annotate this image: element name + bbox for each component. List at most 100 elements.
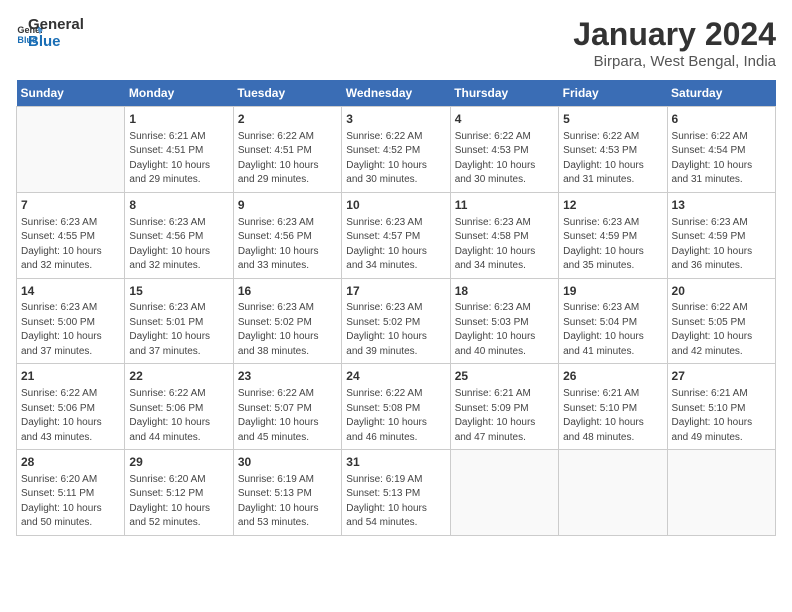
- day-number: 29: [129, 454, 228, 471]
- header-monday: Monday: [125, 80, 233, 107]
- header-sunday: Sunday: [17, 80, 125, 107]
- calendar-cell: 29 Sunrise: 6:20 AM Sunset: 5:12 PM Dayli…: [125, 450, 233, 536]
- location-subtitle: Birpara, West Bengal, India: [573, 53, 776, 70]
- calendar-cell: 15Sunrise: 6:23 AM Sunset: 5:01 PM Dayli…: [125, 278, 233, 364]
- calendar-cell: 19Sunrise: 6:23 AM Sunset: 5:04 PM Dayli…: [559, 278, 667, 364]
- calendar-cell: 3 Sunrise: 6:22 AM Sunset: 4:52 PM Daylig…: [342, 107, 450, 193]
- day-info: Sunrise: 6:22 AM Sunset: 4:53 PM Dayligh…: [455, 130, 554, 188]
- day-number: 16: [238, 283, 337, 300]
- calendar-table: SundayMondayTuesdayWednesdayThursdayFrid…: [16, 80, 776, 536]
- calendar-cell: 4 Sunrise: 6:22 AM Sunset: 4:53 PM Daylig…: [450, 107, 558, 193]
- day-number: 11: [455, 197, 554, 214]
- header-tuesday: Tuesday: [233, 80, 341, 107]
- week-row-2: 14Sunrise: 6:23 AM Sunset: 5:00 PM Dayli…: [17, 278, 776, 364]
- day-info: Sunrise: 6:23 AM Sunset: 4:56 PM Dayligh…: [238, 216, 337, 274]
- day-info: Sunrise: 6:22 AM Sunset: 5:06 PM Dayligh…: [129, 387, 228, 445]
- day-number: 5: [563, 111, 662, 128]
- day-info: Sunrise: 6:20 AM Sunset: 5:12 PM Dayligh…: [129, 473, 228, 531]
- calendar-cell: 10 Sunrise: 6:23 AM Sunset: 4:57 PM Dayli…: [342, 192, 450, 278]
- header-saturday: Saturday: [667, 80, 775, 107]
- calendar-cell: 28Sunrise: 6:20 AM Sunset: 5:11 PM Dayli…: [17, 450, 125, 536]
- day-number: 3: [346, 111, 445, 128]
- day-number: 26: [563, 368, 662, 385]
- day-info: Sunrise: 6:22 AM Sunset: 5:08 PM Dayligh…: [346, 387, 445, 445]
- calendar-cell: [17, 107, 125, 193]
- day-info: Sunrise: 6:21 AM Sunset: 4:51 PM Dayligh…: [129, 130, 228, 188]
- day-info: Sunrise: 6:22 AM Sunset: 4:52 PM Dayligh…: [346, 130, 445, 188]
- day-info: Sunrise: 6:23 AM Sunset: 5:04 PM Dayligh…: [563, 301, 662, 359]
- header-row: SundayMondayTuesdayWednesdayThursdayFrid…: [17, 80, 776, 107]
- calendar-cell: 17Sunrise: 6:23 AM Sunset: 5:02 PM Dayli…: [342, 278, 450, 364]
- header-wednesday: Wednesday: [342, 80, 450, 107]
- day-number: 22: [129, 368, 228, 385]
- day-info: Sunrise: 6:23 AM Sunset: 5:03 PM Dayligh…: [455, 301, 554, 359]
- calendar-cell: 18Sunrise: 6:23 AM Sunset: 5:03 PM Dayli…: [450, 278, 558, 364]
- day-number: 20: [672, 283, 771, 300]
- week-row-1: 7 Sunrise: 6:23 AM Sunset: 4:55 PM Daylig…: [17, 192, 776, 278]
- day-number: 17: [346, 283, 445, 300]
- day-number: 23: [238, 368, 337, 385]
- day-info: Sunrise: 6:22 AM Sunset: 4:54 PM Dayligh…: [672, 130, 771, 188]
- day-info: Sunrise: 6:22 AM Sunset: 4:51 PM Dayligh…: [238, 130, 337, 188]
- day-info: Sunrise: 6:23 AM Sunset: 4:59 PM Dayligh…: [672, 216, 771, 274]
- calendar-cell: 11 Sunrise: 6:23 AM Sunset: 4:58 PM Dayli…: [450, 192, 558, 278]
- day-info: Sunrise: 6:22 AM Sunset: 5:07 PM Dayligh…: [238, 387, 337, 445]
- day-number: 13: [672, 197, 771, 214]
- day-number: 18: [455, 283, 554, 300]
- day-number: 10: [346, 197, 445, 214]
- calendar-cell: 22 Sunrise: 6:22 AM Sunset: 5:06 PM Dayli…: [125, 364, 233, 450]
- calendar-cell: 8 Sunrise: 6:23 AM Sunset: 4:56 PM Daylig…: [125, 192, 233, 278]
- day-number: 2: [238, 111, 337, 128]
- day-number: 1: [129, 111, 228, 128]
- day-info: Sunrise: 6:22 AM Sunset: 5:05 PM Dayligh…: [672, 301, 771, 359]
- day-number: 21: [21, 368, 120, 385]
- day-info: Sunrise: 6:22 AM Sunset: 5:06 PM Dayligh…: [21, 387, 120, 445]
- calendar-cell: 7 Sunrise: 6:23 AM Sunset: 4:55 PM Daylig…: [17, 192, 125, 278]
- day-info: Sunrise: 6:23 AM Sunset: 5:02 PM Dayligh…: [346, 301, 445, 359]
- day-info: Sunrise: 6:23 AM Sunset: 4:58 PM Dayligh…: [455, 216, 554, 274]
- day-number: 25: [455, 368, 554, 385]
- day-number: 12: [563, 197, 662, 214]
- day-info: Sunrise: 6:23 AM Sunset: 5:01 PM Dayligh…: [129, 301, 228, 359]
- page-header: General Blue General Blue January 2024 B…: [16, 16, 776, 70]
- calendar-cell: 2 Sunrise: 6:22 AM Sunset: 4:51 PM Daylig…: [233, 107, 341, 193]
- day-info: Sunrise: 6:23 AM Sunset: 4:55 PM Dayligh…: [21, 216, 120, 274]
- calendar-cell: 25Sunrise: 6:21 AM Sunset: 5:09 PM Dayli…: [450, 364, 558, 450]
- day-number: 30: [238, 454, 337, 471]
- calendar-cell: 26 Sunrise: 6:21 AM Sunset: 5:10 PM Dayli…: [559, 364, 667, 450]
- calendar-cell: 21 Sunrise: 6:22 AM Sunset: 5:06 PM Dayli…: [17, 364, 125, 450]
- calendar-cell: 1 Sunrise: 6:21 AM Sunset: 4:51 PM Daylig…: [125, 107, 233, 193]
- day-info: Sunrise: 6:19 AM Sunset: 5:13 PM Dayligh…: [346, 473, 445, 531]
- day-info: Sunrise: 6:22 AM Sunset: 4:53 PM Dayligh…: [563, 130, 662, 188]
- logo: General Blue General Blue: [16, 16, 84, 50]
- day-info: Sunrise: 6:23 AM Sunset: 4:59 PM Dayligh…: [563, 216, 662, 274]
- day-number: 19: [563, 283, 662, 300]
- day-number: 7: [21, 197, 120, 214]
- calendar-cell: 24 Sunrise: 6:22 AM Sunset: 5:08 PM Dayli…: [342, 364, 450, 450]
- calendar-cell: 20Sunrise: 6:22 AM Sunset: 5:05 PM Dayli…: [667, 278, 775, 364]
- header-thursday: Thursday: [450, 80, 558, 107]
- day-info: Sunrise: 6:23 AM Sunset: 4:57 PM Dayligh…: [346, 216, 445, 274]
- calendar-cell: 12 Sunrise: 6:23 AM Sunset: 4:59 PM Dayli…: [559, 192, 667, 278]
- day-number: 8: [129, 197, 228, 214]
- day-number: 24: [346, 368, 445, 385]
- day-info: Sunrise: 6:21 AM Sunset: 5:10 PM Dayligh…: [563, 387, 662, 445]
- day-info: Sunrise: 6:23 AM Sunset: 5:00 PM Dayligh…: [21, 301, 120, 359]
- calendar-body: 1 Sunrise: 6:21 AM Sunset: 4:51 PM Daylig…: [17, 107, 776, 536]
- calendar-cell: [450, 450, 558, 536]
- calendar-cell: 9Sunrise: 6:23 AM Sunset: 4:56 PM Daylig…: [233, 192, 341, 278]
- calendar-cell: 23 Sunrise: 6:22 AM Sunset: 5:07 PM Dayli…: [233, 364, 341, 450]
- day-info: Sunrise: 6:23 AM Sunset: 4:56 PM Dayligh…: [129, 216, 228, 274]
- week-row-4: 28Sunrise: 6:20 AM Sunset: 5:11 PM Dayli…: [17, 450, 776, 536]
- calendar-cell: 30 Sunrise: 6:19 AM Sunset: 5:13 PM Dayli…: [233, 450, 341, 536]
- day-info: Sunrise: 6:20 AM Sunset: 5:11 PM Dayligh…: [21, 473, 120, 531]
- day-number: 14: [21, 283, 120, 300]
- day-number: 27: [672, 368, 771, 385]
- calendar-cell: 13 Sunrise: 6:23 AM Sunset: 4:59 PM Dayli…: [667, 192, 775, 278]
- calendar-cell: [667, 450, 775, 536]
- calendar-cell: [559, 450, 667, 536]
- day-number: 4: [455, 111, 554, 128]
- calendar-cell: 16Sunrise: 6:23 AM Sunset: 5:02 PM Dayli…: [233, 278, 341, 364]
- calendar-cell: 14Sunrise: 6:23 AM Sunset: 5:00 PM Dayli…: [17, 278, 125, 364]
- day-info: Sunrise: 6:19 AM Sunset: 5:13 PM Dayligh…: [238, 473, 337, 531]
